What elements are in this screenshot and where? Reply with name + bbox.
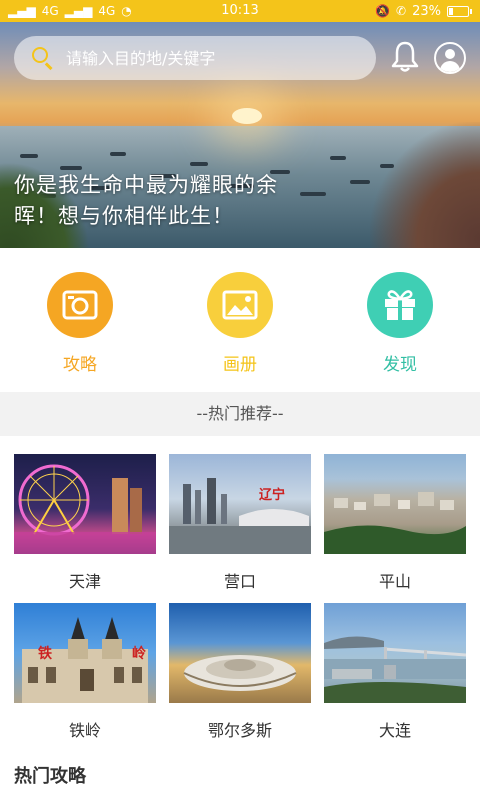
section-header-hot-recommend: --热门推荐-- (0, 392, 480, 436)
city-card-ordos[interactable]: 鄂尔多斯 (169, 603, 311, 741)
bell-icon[interactable] (390, 40, 420, 74)
hot-guides-title: 热门攻略 (14, 766, 86, 787)
city-image-ordos (169, 603, 311, 703)
city-name-tieling: 铁岭 (68, 721, 101, 740)
city-name-dalian: 大连 (378, 721, 411, 740)
hero-sun (232, 108, 262, 124)
battery-percent: 23% (412, 3, 441, 19)
category-discover-label: 发现 (383, 355, 417, 375)
category-album[interactable]: 画册 (190, 272, 290, 375)
user-avatar-icon[interactable] (434, 42, 466, 74)
city-image-pingshan (324, 454, 466, 554)
city-card-dalian[interactable]: 大连 (324, 603, 466, 741)
tieling-sign-right: 岭 (132, 646, 146, 662)
yingkou-sign-text: 辽宁 (259, 488, 286, 503)
hero-shore-right (370, 122, 480, 248)
hd-call-icon: ✆ (396, 4, 407, 18)
city-card-pingshan[interactable]: 平山 (324, 454, 466, 592)
search-input[interactable] (66, 48, 346, 68)
gift-icon (367, 272, 433, 338)
category-discover[interactable]: 发现 (350, 272, 450, 375)
city-image-yingkou: 辽宁 (169, 454, 311, 554)
city-name-yingkou: 营口 (223, 572, 256, 591)
search-icon (30, 45, 56, 71)
city-name-tianjin: 天津 (68, 572, 101, 591)
category-guides-label: 攻略 (63, 355, 97, 375)
city-image-tianjin (14, 454, 156, 554)
city-card-yingkou[interactable]: 辽宁 营口 (169, 454, 311, 592)
city-image-dalian (324, 603, 466, 703)
city-card-tianjin[interactable]: 天津 (14, 454, 156, 592)
city-card-tieling[interactable]: 铁 岭 铁岭 (14, 603, 156, 741)
tieling-sign-left: 铁 (38, 646, 52, 662)
category-guides[interactable]: 攻略 (30, 272, 130, 375)
mute-icon: 🔕 (375, 4, 391, 18)
city-name-pingshan: 平山 (378, 572, 411, 591)
hero-banner[interactable]: 你是我生命中最为耀眼的余晖！想与你相伴此生！ (0, 22, 480, 248)
city-image-tieling: 铁 岭 (14, 603, 156, 703)
search-bar[interactable] (14, 36, 376, 80)
category-row: 攻略 画册 发现 (0, 248, 480, 392)
hero-caption: 你是我生命中最为耀眼的余晖！想与你相伴此生！ (14, 173, 278, 228)
camera-icon (47, 272, 113, 338)
battery-icon (447, 5, 472, 17)
category-album-label: 画册 (223, 355, 257, 375)
city-name-ordos: 鄂尔多斯 (207, 721, 272, 740)
status-bar: ▂▄▆ 4G ▂▄▆ 4G ◔ 10:13 🔕 ✆ 23% (0, 0, 480, 22)
image-icon (207, 272, 273, 338)
